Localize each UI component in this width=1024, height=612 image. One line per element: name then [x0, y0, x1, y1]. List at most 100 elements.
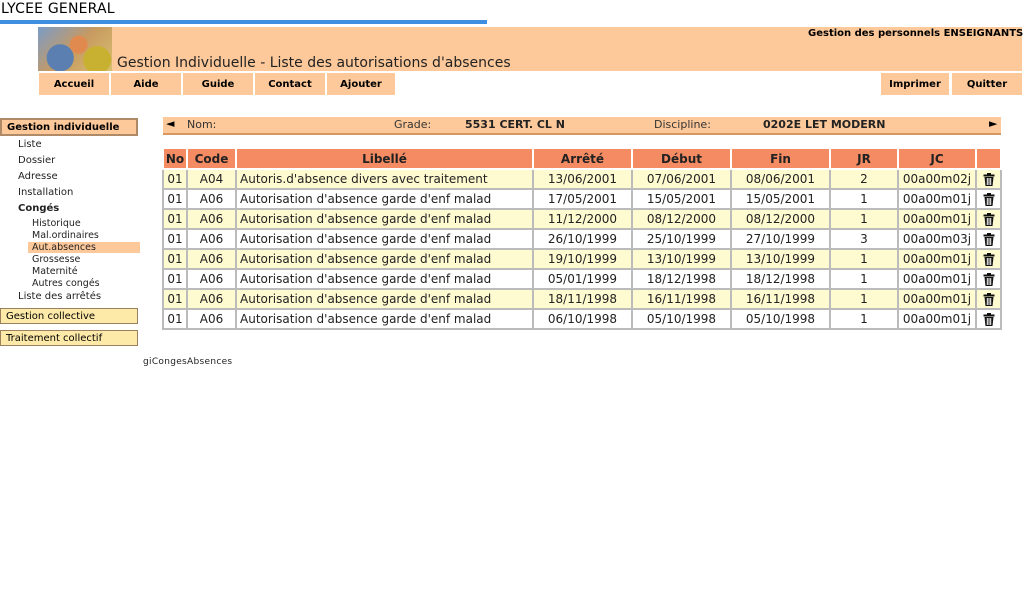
cell-fin: 08/06/2001	[730, 168, 831, 190]
cell-code: A06	[186, 288, 237, 310]
cell-jc: 00a00m01j	[897, 288, 977, 310]
col-header-no: No	[162, 147, 188, 170]
sidebar-traitement-collectif[interactable]: Traitement collectif	[0, 330, 138, 346]
table-row[interactable]: 01 A06 Autorisation d'absence garde d'enf …	[162, 268, 1002, 290]
sidebar-gestion-individuelle[interactable]: Gestion individuelle	[0, 118, 138, 136]
cell-jc: 00a00m03j	[897, 228, 977, 250]
cell-jr: 1	[829, 208, 899, 230]
cell-jc: 00a00m01j	[897, 208, 977, 230]
trash-icon[interactable]	[983, 253, 995, 266]
cell-fin: 15/05/2001	[730, 188, 831, 210]
col-header-jr: JR	[829, 147, 899, 170]
cell-no: 01	[162, 308, 188, 330]
cell-jr: 3	[829, 228, 899, 250]
nav-aide-button[interactable]: Aide	[111, 73, 181, 95]
trash-icon[interactable]	[983, 213, 995, 226]
cell-libelle: Autorisation d'absence garde d'enf malad	[235, 248, 534, 270]
discipline-label: Discipline:	[654, 118, 711, 131]
table-row[interactable]: 01 A04 Autoris.d'absence divers avec trait…	[162, 168, 1002, 190]
col-header-debut: Début	[631, 147, 732, 170]
trash-icon[interactable]	[983, 313, 995, 326]
cell-debut: 05/10/1998	[631, 308, 732, 330]
table-row[interactable]: 01 A06 Autorisation d'absence garde d'enf …	[162, 188, 1002, 210]
sidebar-item-dossier[interactable]: Dossier	[18, 155, 55, 166]
cell-jr: 1	[829, 268, 899, 290]
cell-arrete: 06/10/1998	[532, 308, 633, 330]
sidebar-item-liste[interactable]: Liste	[18, 139, 42, 150]
cell-no: 01	[162, 248, 188, 270]
sidebar-item-grossesse[interactable]: Grossesse	[32, 254, 80, 265]
cell-libelle: Autorisation d'absence garde d'enf malad	[235, 188, 534, 210]
cell-fin: 16/11/1998	[730, 288, 831, 310]
agent-info-bar: ◄ Nom: Grade: 5531 CERT. CL N Discipline…	[163, 117, 1001, 135]
delete-cell	[975, 188, 1002, 210]
sidebar-gestion-collective[interactable]: Gestion collective	[0, 308, 138, 324]
table-row[interactable]: 01 A06 Autorisation d'absence garde d'enf …	[162, 308, 1002, 330]
trash-icon[interactable]	[983, 293, 995, 306]
cell-jr: 2	[829, 168, 899, 190]
sidebar-item-adresse[interactable]: Adresse	[18, 171, 58, 182]
nav-contact-button[interactable]: Contact	[255, 73, 325, 95]
cell-code: A04	[186, 168, 237, 190]
nav-ajouter-button[interactable]: Ajouter	[327, 73, 395, 95]
trash-icon[interactable]	[983, 233, 995, 246]
title-underline	[0, 20, 487, 24]
cell-libelle: Autorisation d'absence garde d'enf malad	[235, 288, 534, 310]
cell-no: 01	[162, 188, 188, 210]
arrow-left-icon[interactable]: ◄	[166, 117, 174, 130]
delete-cell	[975, 168, 1002, 190]
discipline-value: 0202E LET MODERN	[763, 118, 886, 131]
col-header-code: Code	[186, 147, 237, 170]
delete-cell	[975, 308, 1002, 330]
page-title: Gestion Individuelle - Liste des autoris…	[117, 55, 511, 71]
trash-icon[interactable]	[983, 193, 995, 206]
trash-icon[interactable]	[983, 173, 995, 186]
sidebar-item-installation[interactable]: Installation	[18, 187, 73, 198]
grade-value: 5531 CERT. CL N	[465, 118, 565, 131]
cell-arrete: 19/10/1999	[532, 248, 633, 270]
delete-cell	[975, 208, 1002, 230]
cell-arrete: 18/11/1998	[532, 288, 633, 310]
nav-imprimer-button[interactable]: Imprimer	[881, 73, 949, 95]
table-row[interactable]: 01 A06 Autorisation d'absence garde d'enf …	[162, 228, 1002, 250]
sidebar-item-autres-conges[interactable]: Autres congés	[32, 278, 100, 289]
nav-quitter-button[interactable]: Quitter	[952, 73, 1022, 95]
sidebar-item-mal-ordinaires[interactable]: Mal.ordinaires	[32, 230, 99, 241]
cell-code: A06	[186, 208, 237, 230]
header-photo	[38, 27, 112, 71]
sidebar-item-liste-arretes[interactable]: Liste des arrêtés	[18, 291, 101, 302]
cell-jr: 1	[829, 248, 899, 270]
cell-libelle: Autorisation d'absence garde d'enf malad	[235, 268, 534, 290]
cell-arrete: 11/12/2000	[532, 208, 633, 230]
delete-cell	[975, 268, 1002, 290]
cell-debut: 15/05/2001	[631, 188, 732, 210]
grade-label: Grade:	[394, 118, 432, 131]
nav-accueil-button[interactable]: Accueil	[39, 73, 109, 95]
trash-icon[interactable]	[983, 273, 995, 286]
cell-fin: 27/10/1999	[730, 228, 831, 250]
cell-debut: 13/10/1999	[631, 248, 732, 270]
cell-jc: 00a00m01j	[897, 188, 977, 210]
cell-fin: 18/12/1998	[730, 268, 831, 290]
cell-jc: 00a00m01j	[897, 308, 977, 330]
page-code: giCongesAbsences	[143, 357, 233, 367]
cell-libelle: Autorisation d'absence garde d'enf malad	[235, 308, 534, 330]
cell-code: A06	[186, 188, 237, 210]
table-row[interactable]: 01 A06 Autorisation d'absence garde d'enf …	[162, 288, 1002, 310]
table-row[interactable]: 01 A06 Autorisation d'absence garde d'enf …	[162, 208, 1002, 230]
col-header-jc: JC	[897, 147, 977, 170]
col-header-fin: Fin	[730, 147, 831, 170]
arrow-right-icon[interactable]: ►	[989, 117, 997, 130]
table-row[interactable]: 01 A06 Autorisation d'absence garde d'enf …	[162, 248, 1002, 270]
nav-guide-button[interactable]: Guide	[183, 73, 253, 95]
cell-fin: 05/10/1998	[730, 308, 831, 330]
sidebar-item-historique[interactable]: Historique	[32, 218, 81, 229]
sidebar-item-maternite[interactable]: Maternité	[32, 266, 78, 277]
sidebar-item-conges[interactable]: Congés	[18, 203, 59, 214]
cell-no: 01	[162, 168, 188, 190]
cell-libelle: Autoris.d'absence divers avec traitement	[235, 168, 534, 190]
sidebar-item-aut-absences[interactable]: Aut.absences	[32, 242, 96, 253]
cell-fin: 13/10/1999	[730, 248, 831, 270]
cell-code: A06	[186, 228, 237, 250]
delete-cell	[975, 228, 1002, 250]
